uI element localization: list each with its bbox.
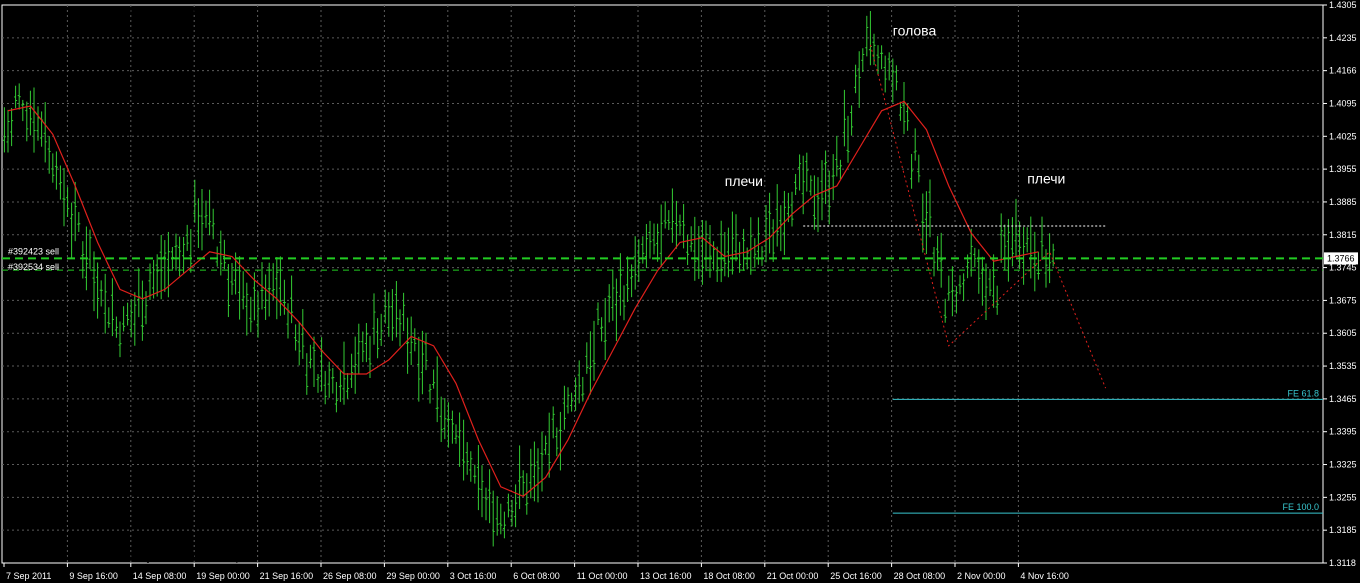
y-tick-label: 1.3395 bbox=[1329, 427, 1357, 437]
x-tick-label: 2 Nov 00:00 bbox=[957, 571, 1006, 581]
x-tick-label: 21 Sep 16:00 bbox=[260, 571, 314, 581]
pattern-label: плечи bbox=[725, 173, 763, 189]
order-level-label: #392423 sell bbox=[8, 246, 59, 256]
y-tick-label: 1.4235 bbox=[1329, 33, 1357, 43]
y-tick-label: 1.3605 bbox=[1329, 328, 1357, 338]
pattern-label: плечи bbox=[1027, 171, 1065, 187]
order-level-label: #392534 sell bbox=[8, 262, 59, 272]
x-tick-label: 25 Oct 16:00 bbox=[830, 571, 882, 581]
fe-level-label: FE 61.8 bbox=[1287, 388, 1319, 398]
x-tick-label: 9 Sep 16:00 bbox=[69, 571, 118, 581]
copyright-text: AstaTrader, © 2001-2011 MetaQuotes Softw… bbox=[6, 553, 244, 564]
fe-level-label: FE 100.0 bbox=[1282, 502, 1319, 512]
x-tick-label: 6 Oct 08:00 bbox=[513, 571, 560, 581]
y-tick-label: 1.3118 bbox=[1329, 558, 1356, 568]
x-tick-label: 4 Nov 16:00 bbox=[1020, 571, 1069, 581]
y-tick-label: 1.4025 bbox=[1329, 131, 1357, 141]
x-tick-label: 21 Oct 00:00 bbox=[767, 571, 819, 581]
y-tick-label: 1.3885 bbox=[1329, 197, 1357, 207]
current-price-label: 1.3766 bbox=[1327, 253, 1355, 263]
y-tick-label: 1.4305 bbox=[1329, 0, 1357, 10]
y-tick-label: 1.3325 bbox=[1329, 460, 1357, 470]
x-tick-label: 11 Oct 00:00 bbox=[577, 571, 628, 581]
x-tick-label: 7 Sep 2011 bbox=[6, 571, 51, 581]
x-tick-label: 26 Sep 08:00 bbox=[323, 571, 377, 581]
y-tick-label: 1.3255 bbox=[1329, 492, 1357, 502]
symbol-label: EURUSD,H4 bbox=[6, 6, 64, 17]
x-tick-label: 28 Oct 08:00 bbox=[894, 571, 946, 581]
y-tick-label: 1.3675 bbox=[1329, 295, 1357, 305]
x-tick-label: 19 Sep 00:00 bbox=[196, 571, 250, 581]
x-tick-label: 13 Oct 16:00 bbox=[640, 571, 692, 581]
price-chart[interactable]: #392423 sell#392534 sellFE 61.8FE 100.0 … bbox=[0, 0, 1360, 583]
y-tick-label: 1.3815 bbox=[1329, 230, 1357, 240]
x-tick-label: 29 Sep 00:00 bbox=[386, 571, 440, 581]
x-tick-label: 18 Oct 08:00 bbox=[703, 571, 755, 581]
ohlc-readout: 1.3740 1.3784 1.3734 1.3766 bbox=[68, 6, 199, 17]
y-tick-label: 1.3465 bbox=[1329, 394, 1357, 404]
chart-background bbox=[0, 0, 1360, 583]
y-tick-label: 1.4166 bbox=[1329, 66, 1357, 76]
x-tick-label: 3 Oct 16:00 bbox=[450, 571, 497, 581]
y-tick-label: 1.3955 bbox=[1329, 164, 1357, 174]
y-tick-label: 1.4095 bbox=[1329, 98, 1357, 108]
y-tick-label: 1.3535 bbox=[1329, 361, 1357, 371]
x-tick-label: 14 Sep 08:00 bbox=[133, 571, 187, 581]
pattern-label: голова bbox=[893, 23, 937, 39]
y-tick-label: 1.3185 bbox=[1329, 525, 1357, 535]
